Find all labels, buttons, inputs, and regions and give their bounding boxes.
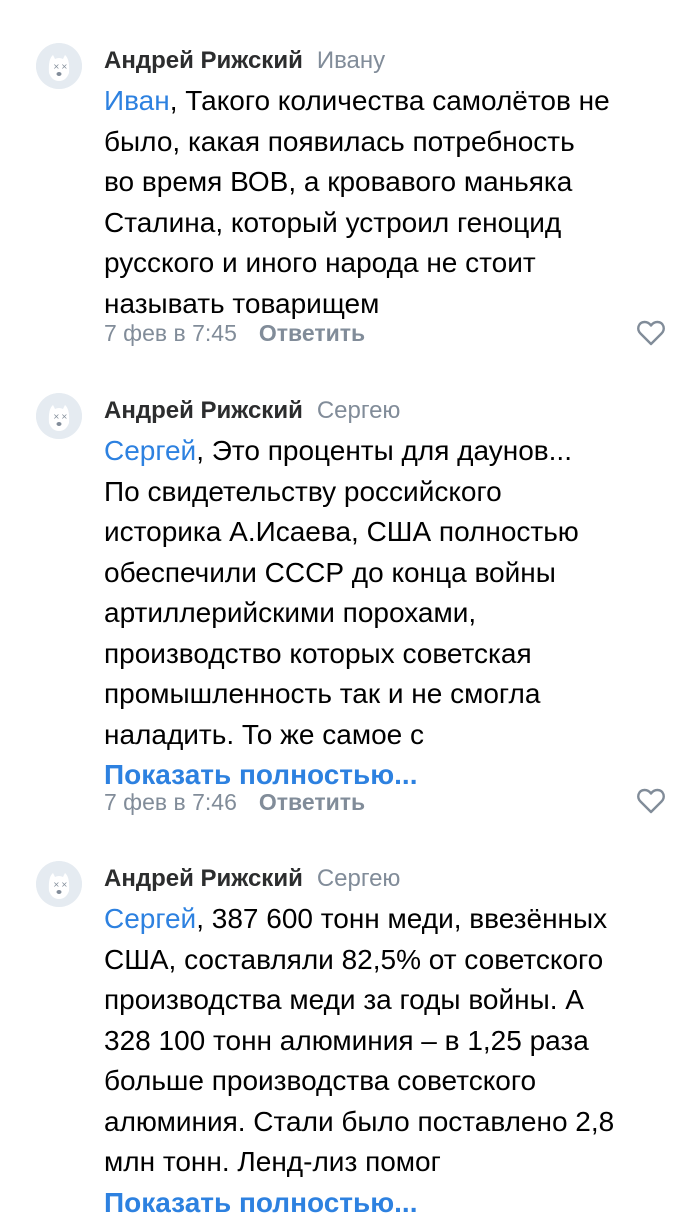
heart-outline-icon (636, 787, 666, 815)
comment-line: больше производства советского (104, 1061, 684, 1102)
comment-footer: 7 фев в 7:45 Ответить (104, 317, 365, 349)
deactivated-dog-avatar-icon: × × (36, 43, 82, 89)
author-name[interactable]: Андрей Рижский (104, 865, 303, 892)
comment-line: США, составляли 82,5% от советского (104, 940, 684, 981)
comment-line: , 387 600 тонн меди, ввезённых (196, 903, 607, 934)
comment-header: Андрей Рижский Ивану (104, 45, 385, 77)
comment-line: 328 100 тонн алюминия – в 1,25 раза (104, 1021, 684, 1062)
author-name[interactable]: Андрей Рижский (104, 47, 303, 74)
reply-to-name[interactable]: Сергею (317, 397, 401, 424)
like-button[interactable] (636, 319, 666, 347)
comment-line: производство которых советская (104, 634, 684, 675)
author-name[interactable]: Андрей Рижский (104, 397, 303, 424)
avatar[interactable]: × × (36, 393, 82, 439)
deactivated-dog-avatar-icon: × × (36, 393, 82, 439)
reply-button[interactable]: Ответить (259, 320, 365, 346)
comment-header: Андрей Рижский Сергею (104, 395, 400, 427)
reply-button[interactable]: Ответить (259, 789, 365, 815)
comment-line: млн тонн. Ленд-лиз помог (104, 1142, 684, 1183)
avatar[interactable]: × × (36, 861, 82, 907)
comment-line: историка А.Исаева, США полностью (104, 512, 684, 553)
show-more-link[interactable]: Показать полностью... (104, 1183, 684, 1223)
comment-line: производства меди за годы войны. А (104, 980, 684, 1021)
deactivated-dog-avatar-icon: × × (36, 861, 82, 907)
comment-line: было, какая появилась потребность (104, 122, 684, 163)
comment-text: Сергей, 387 600 тонн меди, ввезённых США… (104, 899, 684, 1223)
svg-text:×: × (53, 62, 60, 71)
comment-line: , Это проценты для даунов... (196, 435, 572, 466)
comment-text: Сергей, Это проценты для даунов... По св… (104, 431, 684, 796)
comment-line: По свидетельству российского (104, 472, 684, 513)
comment-line: алюминия. Стали было поставлено 2,8 (104, 1102, 684, 1143)
svg-text:×: × (61, 412, 68, 421)
mention-link[interactable]: Сергей (104, 903, 196, 934)
comment-line: артиллерийскими порохами, (104, 593, 684, 634)
comment-line: обеспечили СССР до конца войны (104, 553, 684, 594)
avatar[interactable]: × × (36, 43, 82, 89)
comment-line: наладить. То же самое с (104, 715, 684, 756)
svg-text:×: × (53, 412, 60, 421)
comment-footer: 7 фев в 7:46 Ответить (104, 786, 365, 818)
mention-link[interactable]: Сергей (104, 435, 196, 466)
comment-line: во время ВОВ, а кровавого маньяка (104, 162, 684, 203)
mention-link[interactable]: Иван (104, 85, 170, 116)
comment-line: русского и иного народа не стоит (104, 243, 684, 284)
svg-text:×: × (61, 62, 68, 71)
heart-outline-icon (636, 319, 666, 347)
comment-text: Иван, Такого количества самолётов не был… (104, 81, 684, 324)
comment-date: 7 фев в 7:46 (104, 789, 237, 815)
reply-to-name[interactable]: Сергею (317, 865, 401, 892)
comment-line: промышленность так и не смогла (104, 674, 684, 715)
svg-text:×: × (61, 880, 68, 889)
comment-header: Андрей Рижский Сергею (104, 863, 400, 895)
like-button[interactable] (636, 787, 666, 815)
reply-to-name[interactable]: Ивану (317, 47, 385, 74)
comment-line: Сталина, который устроил геноцид (104, 203, 684, 244)
svg-text:×: × (53, 880, 60, 889)
comment-line: , Такого количества самолётов не (170, 85, 610, 116)
comment-date: 7 фев в 7:45 (104, 320, 237, 346)
